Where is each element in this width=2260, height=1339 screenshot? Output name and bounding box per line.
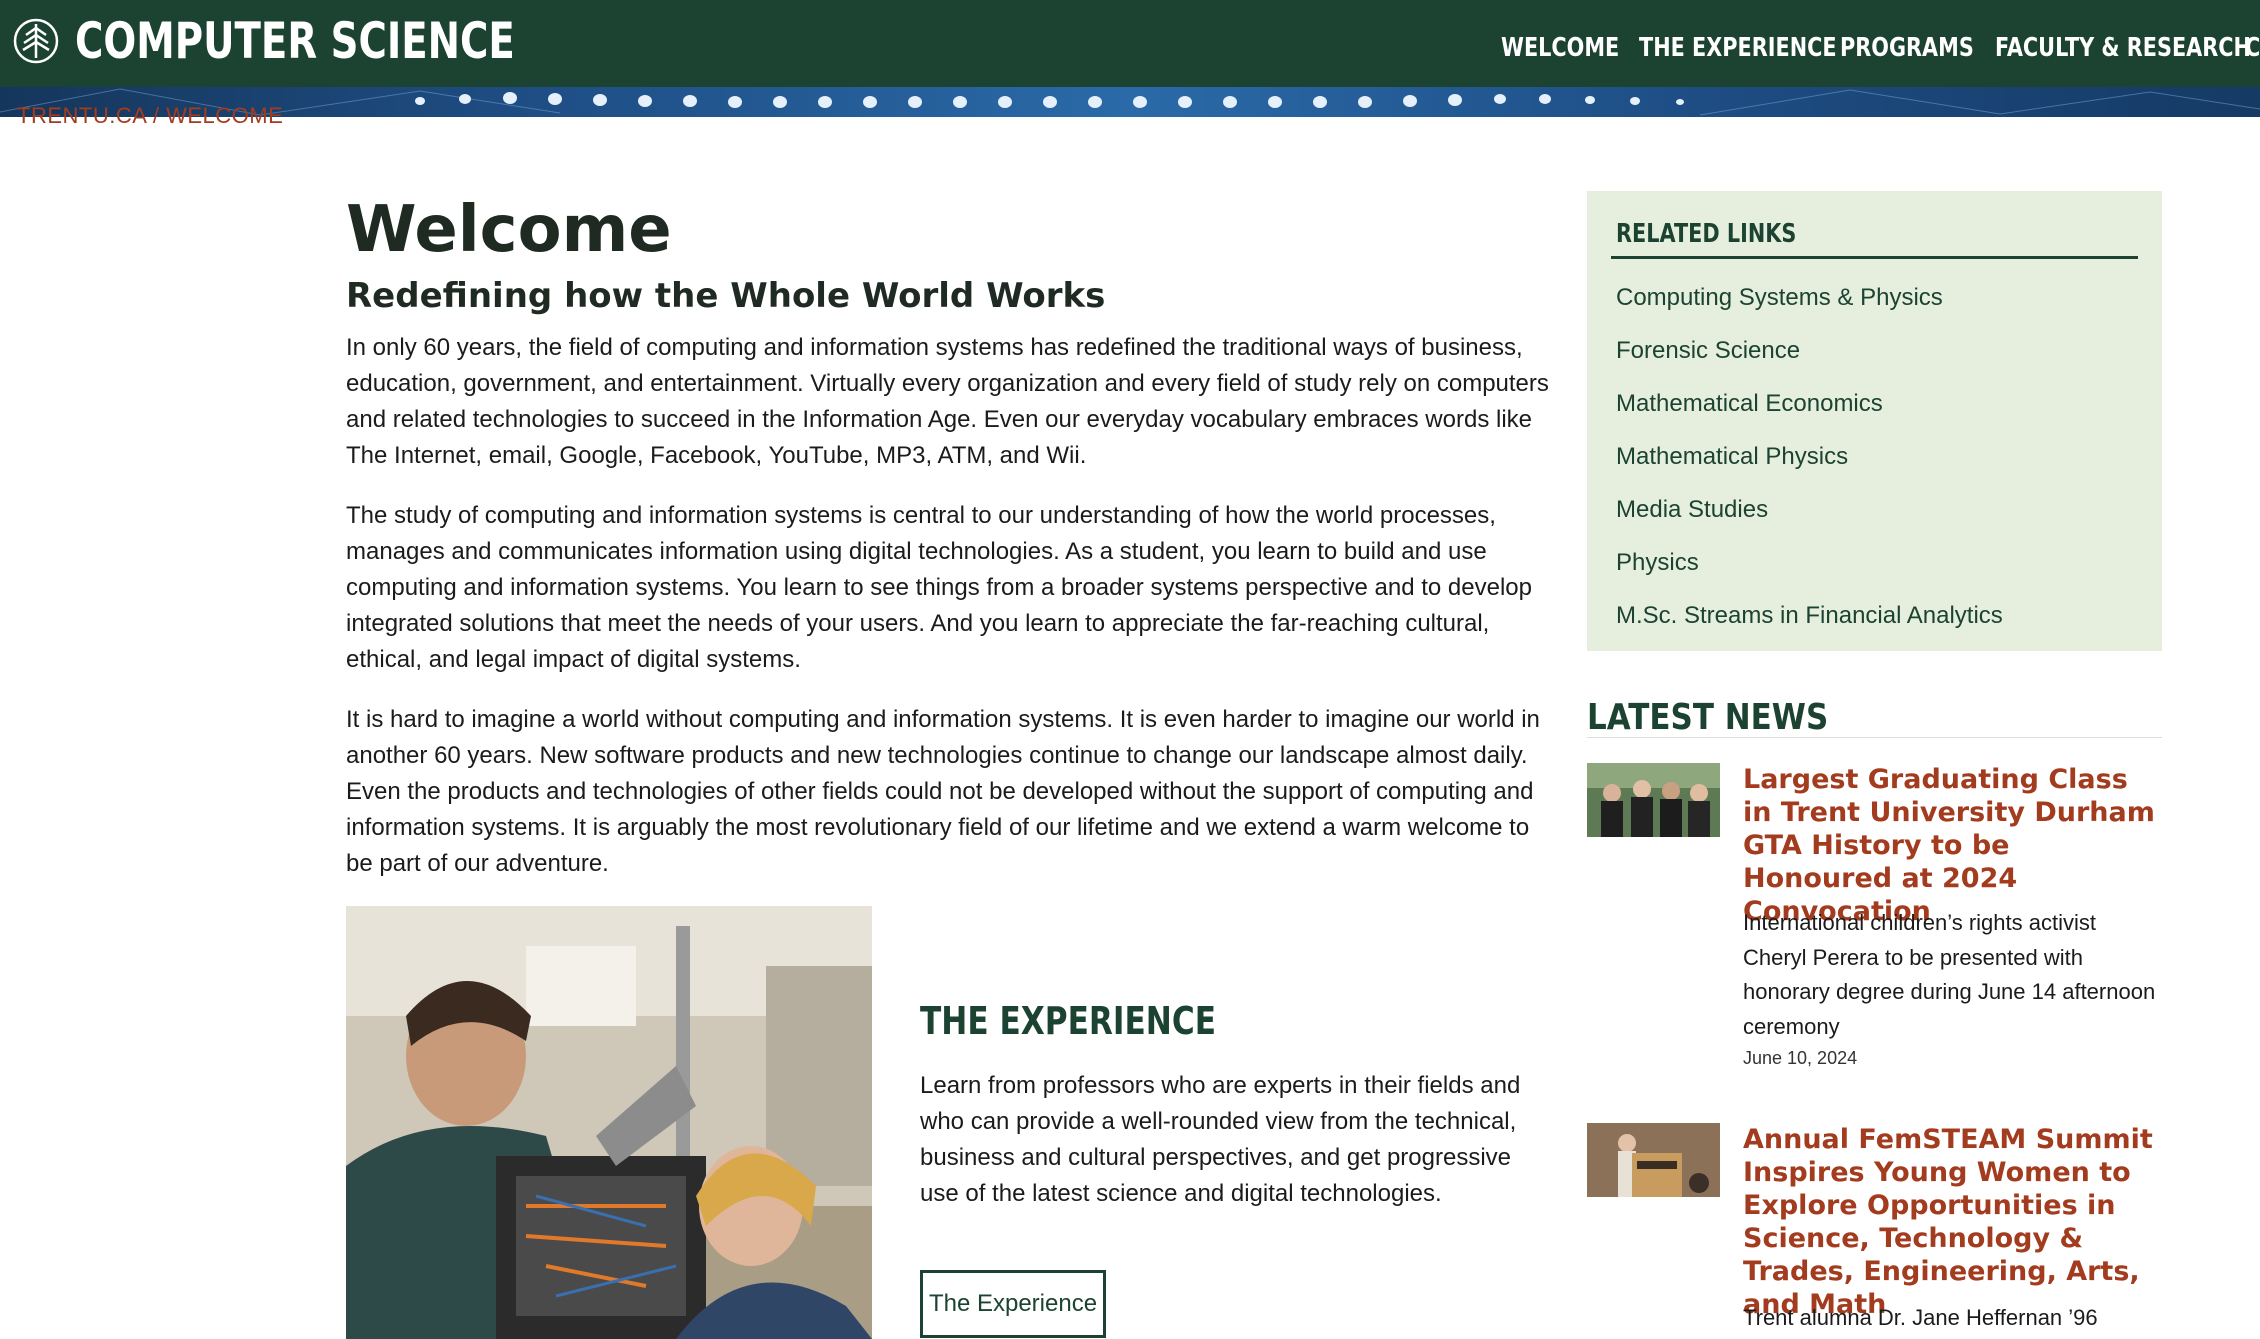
related-links-list: Computing Systems & Physics Forensic Sci… <box>1616 271 2003 642</box>
related-link-computing-systems-physics[interactable]: Computing Systems & Physics <box>1616 271 2003 324</box>
latest-news-title: LATEST NEWS <box>1587 697 1829 738</box>
intro-paragraph-3: It is hard to imagine a world without co… <box>346 706 1540 877</box>
nav-welcome[interactable]: WELCOME <box>1501 30 1619 66</box>
lab-photo-image <box>346 906 872 1339</box>
breadcrumb-current[interactable]: WELCOME <box>166 103 283 128</box>
related-link-forensic-science[interactable]: Forensic Science <box>1616 324 2003 377</box>
intro-paragraph-1: In only 60 years, the field of computing… <box>346 334 1549 469</box>
graduation-photo <box>1587 763 1720 837</box>
experience-text: Learn from professors who are experts in… <box>920 1072 1521 1207</box>
main-nav: WELCOME THE EXPERIENCE PROGRAMS FACULTY … <box>0 30 2260 70</box>
related-link-physics[interactable]: Physics <box>1616 536 2003 589</box>
related-links-title: RELATED LINKS <box>1616 219 1797 249</box>
intro-paragraph-2: The study of computing and information s… <box>346 502 1532 673</box>
nav-faculty-research[interactable]: FACULTY & RESEARCH <box>1995 30 2251 66</box>
news-headline[interactable]: Largest Graduating Class in Trent Univer… <box>1743 763 2163 928</box>
related-links-divider <box>1611 256 2138 259</box>
nav-more[interactable]: C <box>2245 30 2260 66</box>
banner-pattern <box>0 88 2260 116</box>
lab-photo <box>346 906 872 1339</box>
news-headline[interactable]: Annual FemSTEAM Summit Inspires Young Wo… <box>1743 1123 2163 1321</box>
breadcrumb-home[interactable]: TRENTU.CA <box>17 103 146 128</box>
news-thumbnail[interactable] <box>1587 1123 1720 1197</box>
experience-title: THE EXPERIENCE <box>920 999 1217 1043</box>
related-links-panel: RELATED LINKS Computing Systems & Physic… <box>1587 191 2162 651</box>
nav-the-experience[interactable]: THE EXPERIENCE <box>1639 30 1837 66</box>
news-thumbnail[interactable] <box>1587 763 1720 837</box>
latest-news-divider <box>1587 737 2162 738</box>
news-summary: Trent alumna Dr. Jane Heffernan ’96 <box>1743 1305 2098 1330</box>
related-link-media-studies[interactable]: Media Studies <box>1616 483 2003 536</box>
news-date: June 10, 2024 <box>1743 1048 1858 1068</box>
summit-photo <box>1587 1123 1720 1197</box>
related-link-financial-analytics[interactable]: M.Sc. Streams in Financial Analytics <box>1616 589 2003 642</box>
site-header: COMPUTER SCIENCE WELCOME THE EXPERIENCE … <box>0 0 2260 87</box>
nav-programs[interactable]: PROGRAMS <box>1840 30 1974 66</box>
experience-button[interactable]: The Experience <box>920 1270 1106 1338</box>
page-subtitle: Redefining how the Whole World Works <box>346 276 1106 316</box>
breadcrumb: TRENTU.CA / WELCOME <box>17 103 283 129</box>
news-summary: International children’s rights activist… <box>1743 910 2156 1039</box>
breadcrumb-separator: / <box>152 103 160 128</box>
header-banner <box>0 87 2260 117</box>
related-link-mathematical-economics[interactable]: Mathematical Economics <box>1616 377 2003 430</box>
related-link-mathematical-physics[interactable]: Mathematical Physics <box>1616 430 2003 483</box>
page-title: Welcome <box>346 193 672 267</box>
